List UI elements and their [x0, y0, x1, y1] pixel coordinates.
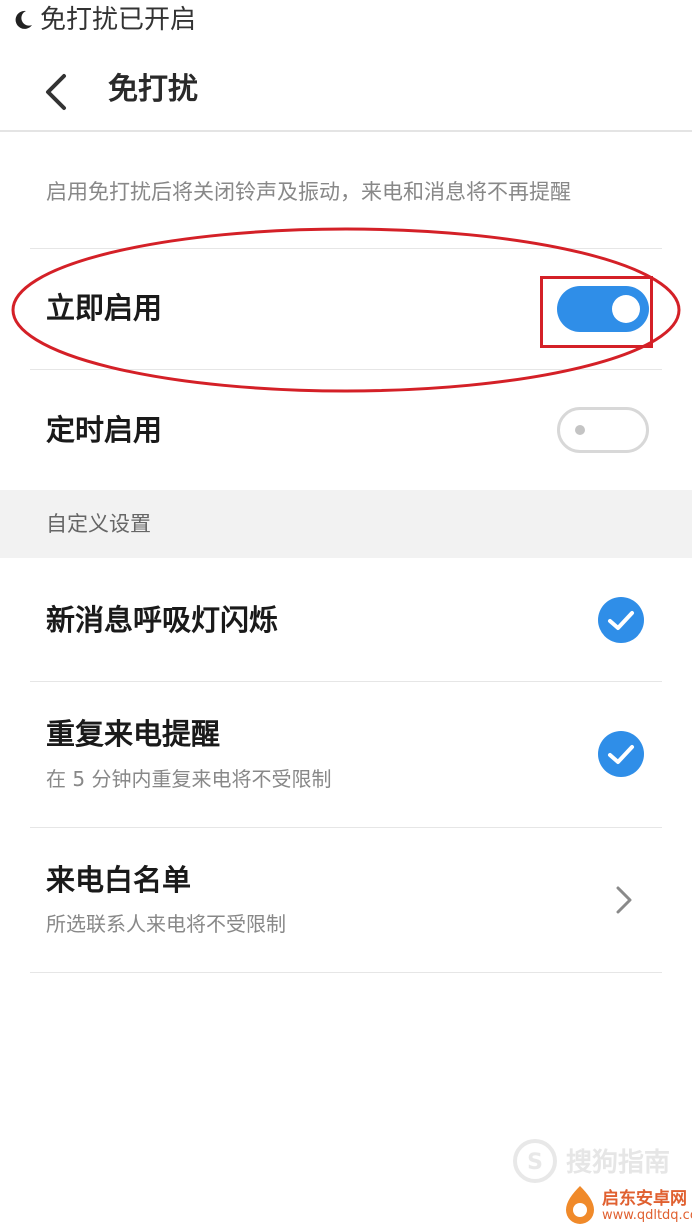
divider — [30, 248, 662, 249]
row-subtitle: 在 5 分钟内重复来电将不受限制 — [46, 767, 332, 791]
watermark: S 搜狗指南 启东安卓网 www.qdltdq.com — [512, 1138, 692, 1230]
section-title: 自定义设置 — [46, 512, 151, 536]
row-subtitle: 所选联系人来电将不受限制 — [46, 912, 286, 936]
watermark-site: 启东安卓网 — [602, 1189, 687, 1209]
row-title: 重复来电提醒 — [46, 717, 221, 751]
toggle-knob — [575, 425, 585, 435]
chevron-right-icon[interactable] — [612, 882, 636, 918]
svg-text:S: S — [527, 1150, 543, 1175]
watermark-url: www.qdltdq.com — [602, 1208, 692, 1223]
divider — [30, 369, 662, 370]
section-header: 自定义设置 — [0, 490, 692, 558]
divider — [30, 827, 662, 828]
row-title: 新消息呼吸灯闪烁 — [46, 603, 279, 637]
toggle-knob — [612, 295, 640, 323]
page-title: 免打扰 — [108, 72, 198, 107]
back-chevron-icon[interactable] — [36, 68, 76, 116]
site-logo-icon — [566, 1186, 594, 1224]
check-icon[interactable] — [598, 731, 644, 777]
sogou-logo-icon: S — [513, 1139, 557, 1183]
divider — [30, 681, 662, 682]
moon-icon — [15, 10, 32, 29]
divider — [30, 972, 662, 973]
watermark-brand: 搜狗指南 — [566, 1148, 671, 1178]
status-text: 免打扰已开启 — [40, 5, 197, 35]
row-title: 立即启用 — [46, 291, 163, 325]
scheduled-toggle[interactable] — [557, 407, 649, 453]
check-icon[interactable] — [598, 597, 644, 643]
enable-now-toggle[interactable] — [557, 286, 649, 332]
description-text: 启用免打扰后将关闭铃声及振动，来电和消息将不再提醒 — [46, 180, 571, 204]
row-title: 来电白名单 — [46, 863, 192, 897]
header: 免打扰 — [0, 42, 692, 132]
row-title: 定时启用 — [46, 413, 163, 447]
status-bar: 免打扰已开启 — [0, 0, 692, 42]
